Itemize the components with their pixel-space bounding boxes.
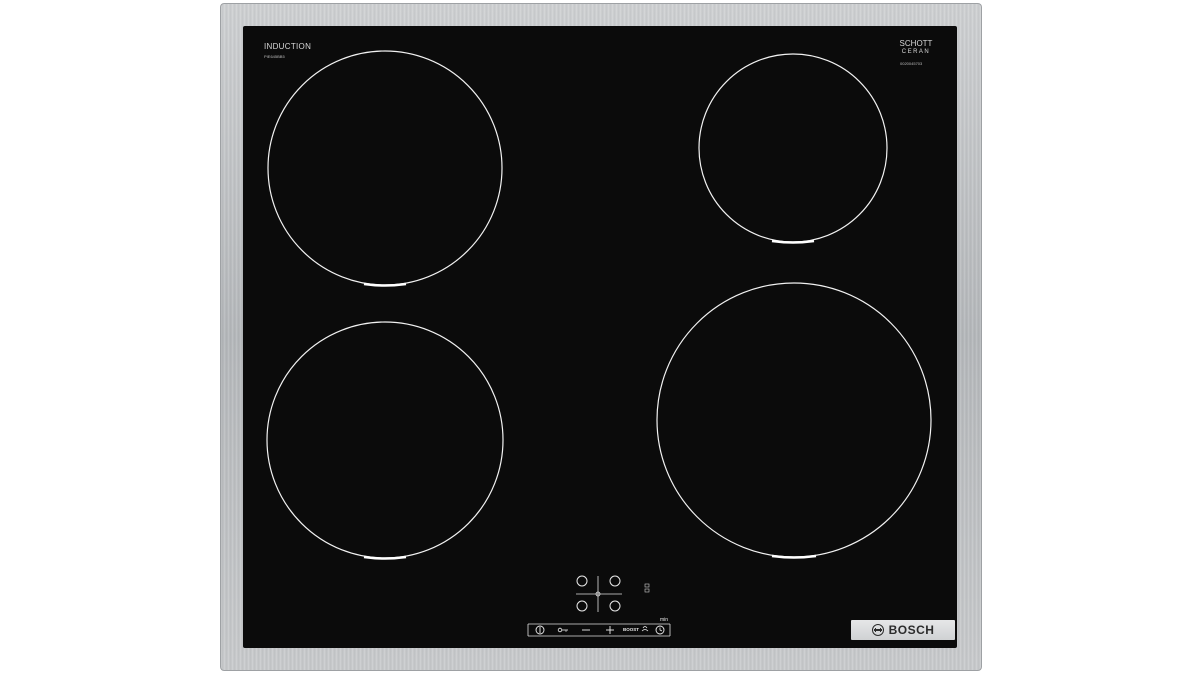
timer-button[interactable] [655, 625, 665, 635]
zone-indicator-bottom-left [363, 555, 407, 560]
cooking-zone-top-left[interactable] [267, 50, 503, 287]
glass-brand-logo: SCHOTT CERAN [898, 40, 934, 56]
induction-label: INDUCTION [264, 42, 312, 51]
manufacturer-name: BOSCH [888, 623, 935, 637]
cooking-zone-bottom-right[interactable] [656, 282, 932, 559]
zone-ring-bottom-left [266, 321, 504, 559]
key-lock-icon [557, 627, 568, 633]
zone-select-bottom-right-button[interactable] [609, 600, 621, 612]
plus-button[interactable] [606, 626, 614, 634]
zone-ring-top-left [267, 50, 503, 286]
zone-select-bottom-left-button[interactable] [576, 600, 588, 612]
manufacturer-badge: BOSCH [851, 620, 955, 640]
glass-code-label: 0020045703 [900, 61, 923, 66]
zone-indicator-bottom-right [771, 554, 817, 559]
zone-indicator-top-right [771, 239, 815, 244]
power-button[interactable] [535, 625, 545, 635]
control-bar [527, 623, 671, 637]
zone-ring-top-right [698, 53, 888, 243]
zone-ring-bottom-right [656, 282, 932, 558]
hob-markings [266, 50, 932, 637]
bosch-logo-icon [871, 624, 884, 636]
plus-icon [606, 626, 614, 634]
cooking-zone-top-right[interactable] [698, 53, 888, 244]
glass-brand-line1: SCHOTT [899, 39, 933, 48]
boost-label: BOOST [623, 627, 640, 632]
timer-min-label: min [660, 617, 669, 623]
boost-icon [641, 626, 649, 632]
zone-indicator-top-left [363, 282, 407, 287]
lock-button[interactable] [557, 627, 568, 633]
zone-select-top-right-button[interactable] [609, 575, 621, 587]
boost-button[interactable] [641, 626, 649, 632]
cooking-zone-bottom-left[interactable] [266, 321, 504, 560]
zone-selector-cluster [576, 575, 622, 612]
zone-select-top-left-button[interactable] [576, 575, 588, 587]
model-code-label: PIE645BB5 [264, 54, 285, 59]
glass-brand-line2: CERAN [901, 49, 931, 55]
indicator-display [644, 583, 650, 593]
